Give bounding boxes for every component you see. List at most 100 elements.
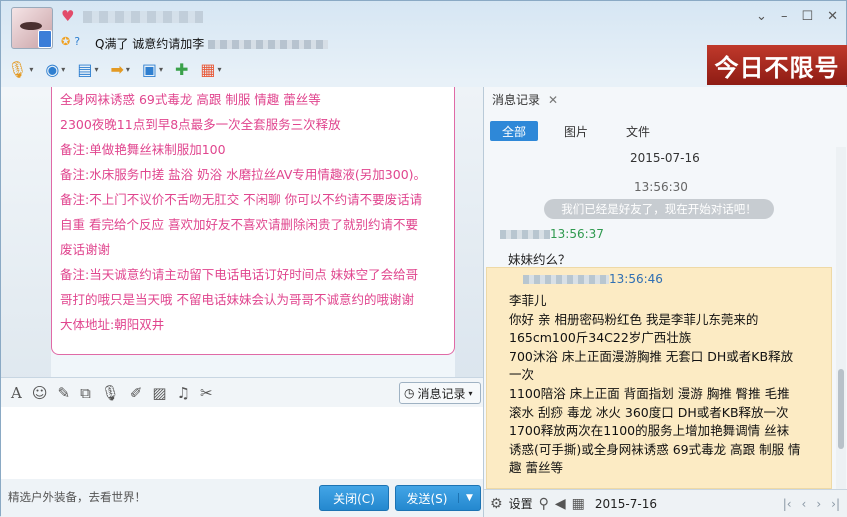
timestamp: 13:56:30 — [634, 180, 688, 194]
video-call-button[interactable]: ◉ ▾ — [45, 60, 65, 79]
history-pagination: |‹ ‹ › ›| — [783, 497, 840, 511]
close-button-label: 关闭(C) — [333, 491, 375, 506]
history-message: 妹妹约么？ — [508, 252, 571, 267]
filter-all[interactable]: 全部 — [490, 121, 538, 141]
history-message-highlight: 13:56:46 李菲儿 你好 亲 相册密码粉红色 我是李菲儿东莞来的 165c… — [486, 267, 832, 489]
status-icons: ✪? — [61, 35, 84, 48]
message-line: 备注:当天诚意约请主动留下电话电话订好时间点 妹妹空了会给哥 — [60, 267, 419, 282]
maximize-icon[interactable]: ☐ — [801, 9, 813, 24]
send-button[interactable]: 发送(S) ▼ — [395, 485, 481, 511]
message-bubble: 全身网袜诱惑 69式毒龙 高跟 制服 情趣 蕾丝等 2300夜晚11点到早8点最… — [51, 87, 455, 355]
footer-date: 2015-7-16 — [594, 496, 657, 511]
apps-button[interactable]: ▦ ▾ — [200, 60, 221, 79]
edit-icon[interactable]: ✐ — [130, 384, 143, 402]
phone-icon — [38, 30, 52, 48]
voice-message-icon[interactable]: 🎙 — [101, 384, 120, 402]
gear-icon[interactable]: ⚙ — [490, 496, 503, 512]
promo-link[interactable]: 精选户外装备，去看世界！ — [8, 489, 146, 505]
history-message-body: 李菲儿 你好 亲 相册密码粉红色 我是李菲儿东莞来的 165cm100斤34C2… — [509, 292, 809, 478]
microphone-icon: 🎙 — [7, 59, 28, 79]
caret-icon: ▾ — [125, 64, 130, 74]
sender-time: 13:56:37 — [550, 227, 604, 241]
history-scrollbar[interactable] — [836, 147, 846, 489]
sender-name-blurred — [500, 230, 550, 239]
close-button[interactable]: 关闭(C) — [319, 485, 389, 511]
contact-signature: Q满了 诚意约请加李 — [95, 35, 329, 52]
font-icon[interactable]: A — [11, 384, 22, 402]
filter-files[interactable]: 文件 — [614, 121, 662, 141]
screen-share-button[interactable]: ▤ ▾ — [77, 60, 98, 79]
caret-icon: ▾ — [468, 388, 473, 398]
remote-desktop-button[interactable]: ▣ ▾ — [142, 60, 163, 79]
file-transfer-icon: ➡ — [110, 59, 124, 79]
signature-blurred — [208, 40, 329, 49]
ad-banner[interactable]: 今日不限号 — [707, 45, 847, 85]
close-tab-icon[interactable]: ✕ — [548, 93, 558, 107]
magic-wand-icon[interactable]: ✎ — [57, 384, 70, 402]
message-line: 2300夜晚11点到早8点最多一次全套服务三次释放 — [60, 117, 341, 132]
remote-desktop-icon: ▣ — [141, 59, 157, 79]
sender-line: 13:56:46 — [523, 272, 663, 286]
caret-icon: ▾ — [159, 64, 164, 74]
chat-pane: 全身网袜诱惑 69式毒龙 高跟 制服 情趣 蕾丝等 2300夜晚11点到早8点最… — [1, 87, 483, 517]
message-line: 自重 看完给个反应 喜欢加好友不喜欢请删除闲贵了就别约请不要 — [60, 217, 418, 232]
clock-icon: ◷ — [404, 386, 415, 400]
music-icon[interactable]: ♫ — [177, 384, 190, 402]
history-tab-label: 消息记录 — [492, 93, 541, 107]
first-page-icon[interactable]: |‹ — [783, 497, 792, 511]
avatar[interactable] — [11, 7, 53, 49]
ad-text: 今日不限号 — [714, 53, 840, 82]
contact-nickname-blurred — [83, 11, 203, 23]
filter-images[interactable]: 图片 — [552, 121, 600, 141]
history-line: 1100陪浴 床上正面 背面指划 漫游 胸推 臀推 毛推 — [509, 385, 790, 401]
message-line: 备注:不上门不议价不舌吻无肛交 不闲聊 你可以不约请不要废话请 — [60, 192, 423, 207]
calendar-icon[interactable]: ▦ — [572, 496, 585, 512]
question-icon: ? — [74, 35, 81, 48]
history-line: 一次 — [509, 367, 535, 383]
message-input[interactable] — [1, 407, 483, 479]
scissors-icon[interactable]: ✂ — [200, 384, 213, 402]
add-chat-button[interactable]: ✚ — [175, 60, 188, 79]
image-icon[interactable]: ▨ — [152, 384, 166, 402]
chat-window: ♥ ✪? Q满了 诚意约请加李 ⌄ – ☐ ✕ 🎙 ▾ ◉ ▾ ▤ ▾ ➡ ▾ ▣ ▾ ✚… — [0, 0, 847, 517]
file-transfer-button[interactable]: ➡ ▾ — [110, 60, 129, 79]
send-options-icon[interactable]: ▼ — [458, 493, 480, 503]
screen-share-icon: ▤ — [77, 59, 93, 79]
scrollbar-thumb[interactable] — [838, 369, 844, 449]
caret-icon: ▾ — [217, 64, 222, 74]
chat-background-left — [1, 87, 51, 387]
history-footer: ⚙ 设置 ⚲ ◀ ▦ 2015-7-16 |‹ ‹ › ›| — [484, 489, 847, 517]
system-message: 我们已经是好友了，现在开始对话吧！ — [544, 199, 774, 219]
message-line: 大体地址:朝阳双井 — [60, 317, 165, 332]
speaker-icon[interactable]: ◀ — [555, 496, 566, 512]
window-controls: ⌄ – ☐ ✕ — [756, 9, 838, 24]
message-line: 废话谢谢 — [60, 242, 111, 257]
search-icon[interactable]: ⚲ — [539, 496, 549, 512]
close-icon[interactable]: ✕ — [827, 9, 838, 24]
settings-link[interactable]: 设置 — [509, 495, 533, 512]
message-line: 全身网袜诱惑 69式毒龙 高跟 制服 情趣 蕾丝等 — [60, 92, 321, 107]
last-page-icon[interactable]: ›| — [831, 497, 840, 511]
heart-icon: ♥ — [61, 7, 75, 25]
history-line: 诱惑(可手撕)或全身网袜诱惑 69式毒龙 高跟 制服 情 — [509, 441, 801, 457]
history-line: 700沐浴 床上正面漫游胸推 无套口 DH或者KB释放 — [509, 348, 794, 364]
voice-call-button[interactable]: 🎙 ▾ — [7, 60, 33, 79]
history-line: 趣 蕾丝等 — [509, 460, 563, 476]
dropdown-icon[interactable]: ⌄ — [756, 9, 767, 24]
caret-icon: ▾ — [94, 64, 99, 74]
history-pane: 消息记录 ✕ 全部 图片 文件 2015-07-16 13:56:30 我们已经… — [483, 87, 847, 517]
bottom-bar: 精选户外装备，去看世界！ 关闭(C) 发送(S) ▼ — [1, 479, 483, 517]
history-line: 1700释放两次在1100的服务上增加艳舞调情 丝袜 — [509, 423, 790, 439]
send-button-label: 发送(S) — [406, 491, 448, 506]
shake-icon[interactable]: ⧉ — [80, 384, 91, 402]
history-tab[interactable]: 消息记录 ✕ — [492, 91, 558, 108]
prev-page-icon[interactable]: ‹ — [802, 497, 807, 511]
avatar-eye — [20, 22, 42, 30]
message-history-button[interactable]: ◷ 消息记录 ▾ — [399, 382, 481, 404]
chat-toolbar: 🎙 ▾ ◉ ▾ ▤ ▾ ➡ ▾ ▣ ▾ ✚ ▦ ▾ — [7, 55, 222, 83]
message-line: 哥打的哦只是当天哦 不留电话妹妹会认为哥哥不诚意约的哦谢谢 — [60, 292, 414, 307]
next-page-icon[interactable]: › — [816, 497, 821, 511]
minimize-icon[interactable]: – — [781, 9, 788, 24]
star-icon: ✪ — [61, 35, 71, 48]
emoji-icon[interactable]: ☺ — [32, 384, 48, 402]
